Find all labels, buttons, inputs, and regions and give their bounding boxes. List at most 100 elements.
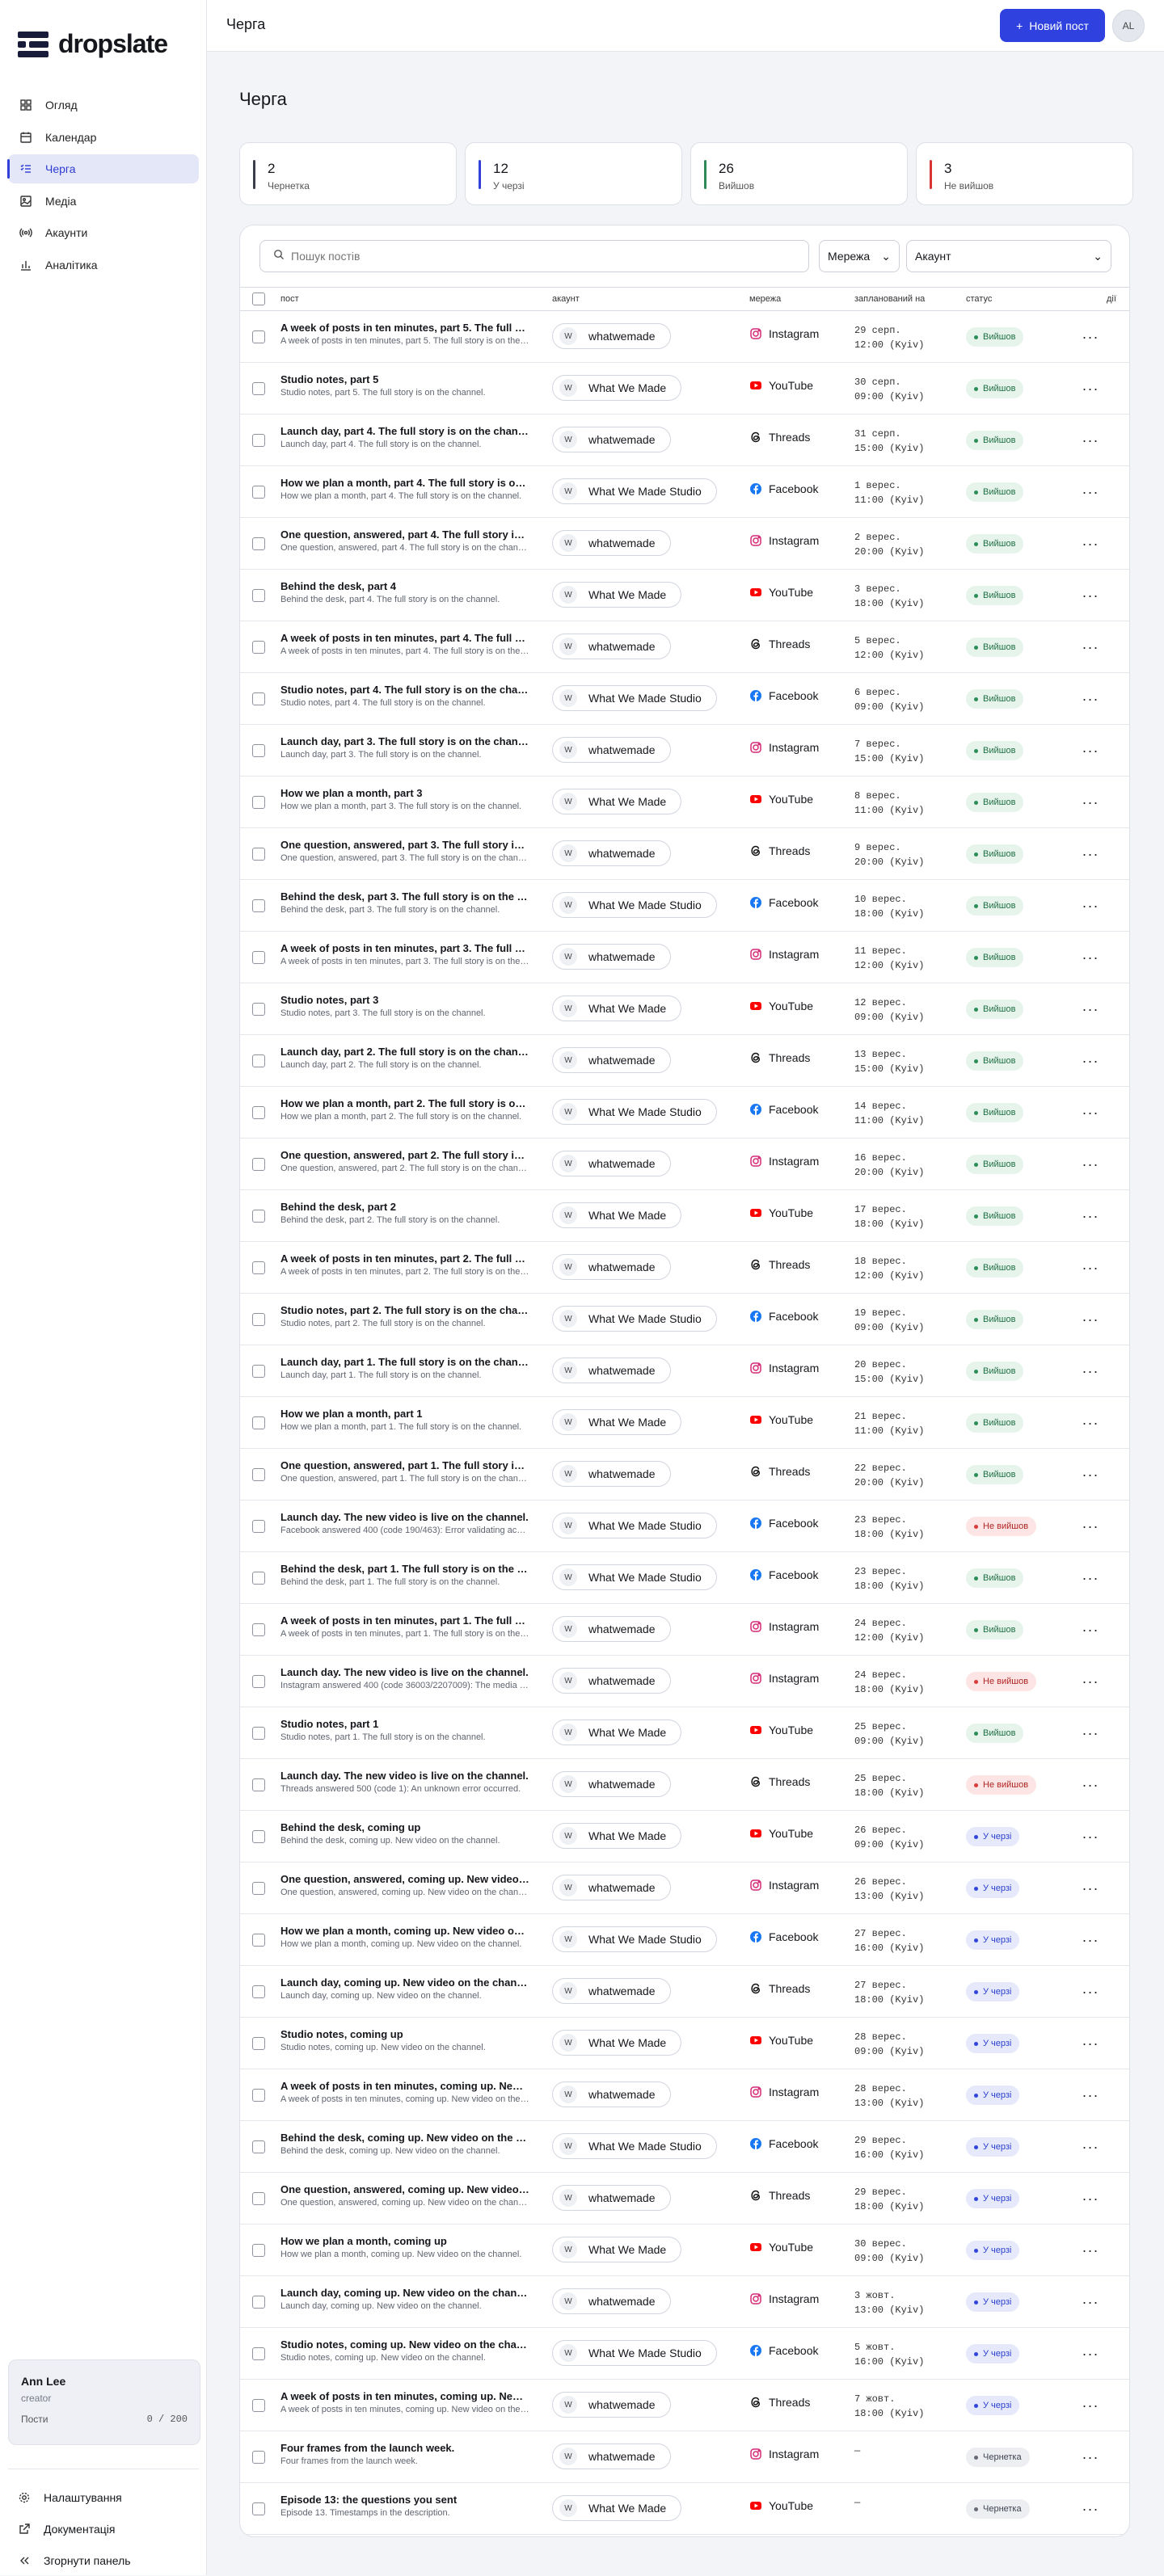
account-chip[interactable]: Wwhatwemade	[552, 633, 671, 659]
row-checkbox[interactable]	[252, 1675, 265, 1688]
account-chip[interactable]: Wwhatwemade	[552, 1875, 671, 1900]
post-title[interactable]: Behind the desk, coming up	[280, 1821, 529, 1833]
row-checkbox[interactable]	[252, 1106, 265, 1119]
account-chip[interactable]: W What We Made	[552, 995, 682, 1021]
row-checkbox[interactable]	[252, 1778, 265, 1791]
table-row[interactable]: Studio notes, part 2. The full story is …	[240, 1294, 1129, 1345]
post-title[interactable]: Behind the desk, coming up. New video on…	[280, 2132, 529, 2144]
table-row[interactable]: Launch day. The new video is live on the…	[240, 1759, 1129, 1811]
post-title[interactable]: One question, answered, part 1. The full…	[280, 1459, 529, 1471]
account-chip[interactable]: Wwhatwemade	[552, 1616, 671, 1642]
table-row[interactable]: Studio notes, coming up Studio notes, com…	[240, 2018, 1129, 2069]
row-checkbox[interactable]	[252, 434, 265, 447]
post-title[interactable]: Four frames from the launch week.	[280, 2442, 529, 2454]
account-chip[interactable]: Wwhatwemade	[552, 427, 671, 452]
more-actions-icon[interactable]: ···	[1081, 1880, 1100, 1896]
account-chip[interactable]: W What We Made	[552, 1202, 682, 1228]
row-checkbox[interactable]	[252, 1261, 265, 1274]
more-actions-icon[interactable]: ···	[1081, 846, 1100, 862]
table-row[interactable]: Launch day, coming up. New video on the …	[240, 1966, 1129, 2018]
sidebar-item-media[interactable]: Медіа	[8, 187, 199, 216]
table-row[interactable]: Behind the desk, part 4 Behind the desk, …	[240, 570, 1129, 621]
table-row[interactable]: Launch day. The new video is live on the…	[240, 1656, 1129, 1707]
table-row[interactable]: How we plan a month, coming up. New vide…	[240, 1914, 1129, 1966]
table-row[interactable]: A week of posts in ten minutes, part 4. …	[240, 621, 1129, 673]
post-title[interactable]: Launch day, part 1. The full story is on…	[280, 1356, 529, 1368]
post-title[interactable]: Studio notes, part 2. The full story is …	[280, 1304, 529, 1316]
post-title[interactable]: One question, answered, part 4. The full…	[280, 528, 529, 541]
row-checkbox[interactable]	[252, 1985, 265, 1998]
account-chip[interactable]: W What We Made	[552, 2495, 682, 2521]
post-title[interactable]: A week of posts in ten minutes, part 3. …	[280, 942, 529, 954]
account-chip[interactable]: Wwhatwemade	[552, 2081, 671, 2107]
post-title[interactable]: Studio notes, part 3	[280, 994, 529, 1006]
account-chip[interactable]: Wwhatwemade	[552, 323, 671, 349]
more-actions-icon[interactable]: ···	[1081, 2139, 1100, 2155]
row-checkbox[interactable]	[252, 1003, 265, 1016]
row-checkbox[interactable]	[252, 1416, 265, 1429]
post-title[interactable]: One question, answered, coming up. New v…	[280, 2183, 529, 2195]
account-chip[interactable]: Wwhatwemade	[552, 1047, 671, 1073]
row-checkbox[interactable]	[252, 2037, 265, 2050]
row-checkbox[interactable]	[252, 537, 265, 550]
more-actions-icon[interactable]: ···	[1081, 484, 1100, 500]
post-title[interactable]: Behind the desk, part 3. The full story …	[280, 890, 529, 903]
table-row[interactable]: One question, answered, coming up. New v…	[240, 1863, 1129, 1914]
table-row[interactable]: One question, answered, part 1. The full…	[240, 1449, 1129, 1501]
row-checkbox[interactable]	[252, 641, 265, 654]
account-chip[interactable]: Wwhatwemade	[552, 1771, 671, 1797]
table-row[interactable]: Behind the desk, part 3. The full story …	[240, 880, 1129, 932]
post-title[interactable]: Studio notes, coming up. New video on th…	[280, 2338, 529, 2351]
post-title[interactable]: A week of posts in ten minutes, part 1. …	[280, 1614, 529, 1627]
table-row[interactable]: Studio notes, part 1 Studio notes, part 1…	[240, 1707, 1129, 1759]
more-actions-icon[interactable]: ···	[1081, 1777, 1100, 1793]
more-actions-icon[interactable]: ···	[1081, 2449, 1100, 2465]
row-checkbox[interactable]	[252, 951, 265, 964]
more-actions-icon[interactable]: ···	[1081, 1570, 1100, 1586]
more-actions-icon[interactable]: ···	[1081, 1518, 1100, 1534]
table-row[interactable]: Behind the desk, part 1. The full story …	[240, 1552, 1129, 1604]
more-actions-icon[interactable]: ···	[1081, 1156, 1100, 1172]
more-actions-icon[interactable]: ···	[1081, 2397, 1100, 2414]
more-actions-icon[interactable]: ···	[1081, 2035, 1100, 2052]
post-title[interactable]: Launch day, coming up. New video on the …	[280, 2287, 529, 2299]
post-title[interactable]: A week of posts in ten minutes, part 4. …	[280, 632, 529, 644]
more-actions-icon[interactable]: ···	[1081, 1725, 1100, 1741]
search-input[interactable]	[291, 250, 776, 263]
table-row[interactable]: Launch day, part 3. The full story is on…	[240, 725, 1129, 777]
account-chip[interactable]: W What We Made	[552, 1823, 682, 1849]
table-row[interactable]: Episode 13: the questions you sent Episod…	[240, 2483, 1129, 2535]
account-chip[interactable]: W What We Made Studio	[552, 2340, 717, 2366]
account-chip[interactable]: W What We Made	[552, 375, 682, 401]
post-title[interactable]: Episode 13: the questions you sent	[280, 2494, 529, 2506]
account-chip[interactable]: Wwhatwemade	[552, 2392, 671, 2418]
post-title[interactable]: Launch day, part 4. The full story is on…	[280, 425, 529, 437]
more-actions-icon[interactable]: ···	[1081, 691, 1100, 707]
more-actions-icon[interactable]: ···	[1081, 1932, 1100, 1948]
more-actions-icon[interactable]: ···	[1081, 2346, 1100, 2362]
more-actions-icon[interactable]: ···	[1081, 1311, 1100, 1328]
post-title[interactable]: How we plan a month, part 3	[280, 787, 529, 799]
row-checkbox[interactable]	[252, 1623, 265, 1636]
docs-link[interactable]: Документація	[8, 2513, 199, 2544]
table-row[interactable]: Behind the desk, part 2 Behind the desk, …	[240, 1190, 1129, 1242]
table-row[interactable]: Studio notes, part 3 Studio notes, part 3…	[240, 983, 1129, 1035]
sidebar-item-accounts[interactable]: Акаунти	[8, 218, 199, 247]
more-actions-icon[interactable]: ···	[1081, 1622, 1100, 1638]
post-title[interactable]: Launch day, part 3. The full story is on…	[280, 735, 529, 747]
table-row[interactable]: Launch day, part 2. The full story is on…	[240, 1035, 1129, 1087]
more-actions-icon[interactable]: ···	[1081, 743, 1100, 759]
row-checkbox[interactable]	[252, 1572, 265, 1585]
more-actions-icon[interactable]: ···	[1081, 536, 1100, 552]
settings-link[interactable]: Налаштування	[8, 2481, 199, 2513]
more-actions-icon[interactable]: ···	[1081, 2191, 1100, 2207]
more-actions-icon[interactable]: ···	[1081, 2087, 1100, 2103]
table-row[interactable]: One question, answered, part 3. The full…	[240, 828, 1129, 880]
select-all-checkbox[interactable]	[252, 293, 265, 305]
more-actions-icon[interactable]: ···	[1081, 381, 1100, 397]
account-chip[interactable]: Wwhatwemade	[552, 1978, 671, 2004]
row-checkbox[interactable]	[252, 1520, 265, 1533]
table-row[interactable]: Studio notes, coming up. New video on th…	[240, 2328, 1129, 2380]
table-row[interactable]: How we plan a month, coming up How we pla…	[240, 2225, 1129, 2276]
post-title[interactable]: A week of posts in ten minutes, coming u…	[280, 2080, 529, 2092]
